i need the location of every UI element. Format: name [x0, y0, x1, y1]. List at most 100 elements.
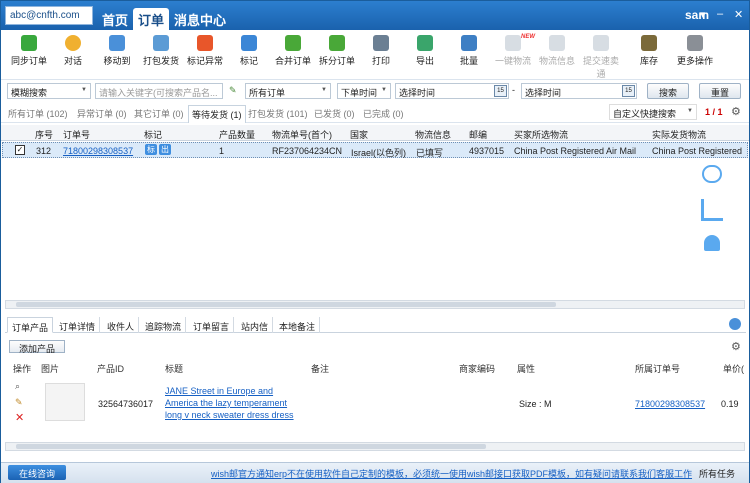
delete-icon[interactable]: ✕: [15, 411, 24, 424]
search-mode-select[interactable]: 模糊搜索: [7, 83, 91, 99]
close-icon[interactable]: ✕: [734, 8, 743, 21]
tab-shipped[interactable]: 已发货 (0): [314, 107, 355, 120]
bar-chart-icon[interactable]: [701, 199, 723, 221]
chevron-down-icon[interactable]: ▾: [700, 8, 706, 21]
tab-tracking[interactable]: 追踪物流: [141, 317, 187, 333]
tab-recipient[interactable]: 收件人: [103, 317, 140, 333]
account-selector[interactable]: abc@cnfth.com: [5, 6, 93, 25]
col-zip[interactable]: 邮编: [469, 128, 487, 141]
cell-qty: 1: [219, 146, 225, 156]
sync-orders-button[interactable]: 同步订单: [8, 35, 50, 67]
minimize-icon[interactable]: –: [717, 8, 723, 20]
col-mark[interactable]: 标记: [144, 128, 162, 141]
red-flag-icon: [197, 35, 213, 51]
tab-order-messages[interactable]: 订单留言: [189, 317, 235, 333]
tab-order-products[interactable]: 订单产品: [7, 317, 54, 333]
tab-awaiting-shipment[interactable]: 等待发货 (1): [188, 105, 246, 123]
merge-orders-button[interactable]: 合并订单: [272, 35, 314, 67]
filter-tabs: 所有订单 (102) 异常订单 (0) 其它订单 (0) 等待发货 (1) 打包…: [1, 103, 749, 123]
bell-icon[interactable]: [704, 235, 720, 251]
table-row[interactable]: ✓ 312 71800298308537 标出 1 RF237064234CN …: [2, 142, 748, 158]
batch-icon: [461, 35, 477, 51]
search-button[interactable]: 搜索: [647, 83, 689, 99]
export-icon: [417, 35, 433, 51]
search-icon[interactable]: ⌕: [15, 381, 20, 392]
order-link[interactable]: 71800298308537: [63, 146, 133, 156]
order-scope-select[interactable]: 所有订单: [245, 83, 331, 99]
tab-exception-orders[interactable]: 异常订单 (0): [77, 107, 127, 120]
submit-aliexpress-button[interactable]: 提交速卖通: [580, 35, 622, 80]
col-buyer-logistics[interactable]: 买家所选物流: [514, 128, 568, 141]
search-bar: 模糊搜索 请输入关键字(可搜索产品名... ✎ 所有订单 下单时间 选择时间15…: [1, 82, 749, 101]
tab-packed[interactable]: 打包发货 (101): [248, 107, 308, 120]
order-grid-header: 序号 订单号 标记 产品数量 物流单号(首个) 国家 物流信息 邮编 买家所选物…: [1, 125, 749, 141]
tab-all-orders[interactable]: 所有订单 (102): [8, 107, 68, 120]
tab-messages[interactable]: 消息中心: [169, 8, 231, 30]
grid-scrollbar[interactable]: [5, 300, 745, 309]
tab-orders[interactable]: 订单: [133, 8, 170, 30]
inventory-button[interactable]: 库存: [628, 35, 670, 67]
calendar-icon[interactable]: 15: [494, 85, 507, 97]
product-title-line1[interactable]: JANE Street in Europe and: [165, 386, 273, 396]
row-checkbox[interactable]: ✓: [15, 145, 25, 155]
product-title-line3[interactable]: long v neck sweater dress dress: [165, 410, 294, 420]
end-date-input[interactable]: 选择时间 15: [521, 83, 637, 99]
tab-order-details[interactable]: 订单详情: [55, 317, 101, 333]
col-country[interactable]: 国家: [350, 128, 368, 141]
product-order-link[interactable]: 71800298308537: [635, 399, 705, 409]
scroll-thumb[interactable]: [16, 444, 486, 449]
tab-completed[interactable]: 已完成 (0): [363, 107, 404, 120]
split-order-button[interactable]: 拆分订单: [316, 35, 358, 67]
cell-tags: 标出: [145, 144, 173, 155]
online-consult-button[interactable]: 在线咨询: [8, 465, 66, 480]
pencil-icon[interactable]: ✎: [229, 85, 237, 96]
tab-home[interactable]: 首页: [97, 8, 133, 30]
mark-exception-button[interactable]: 标记异常: [184, 35, 226, 67]
product-header: 操作 图片 产品ID 标题 备注 商家编码 属性 所属订单号 单价(: [5, 362, 746, 374]
pack-ship-button[interactable]: 打包发货: [140, 35, 182, 67]
product-title-line2[interactable]: America the lazy temperament: [165, 398, 287, 408]
logistics-icon: [505, 35, 521, 51]
col-order-no[interactable]: 订单号: [63, 128, 90, 141]
edit-icon[interactable]: ✎: [15, 397, 23, 408]
time-type-select[interactable]: 下单时间: [337, 83, 391, 99]
logistics-info-button[interactable]: 物流信息: [536, 35, 578, 67]
move-to-button[interactable]: 移动到: [96, 35, 138, 67]
all-tasks-button[interactable]: 所有任务: [699, 467, 735, 480]
print-button[interactable]: 打印: [360, 35, 402, 67]
tab-other-orders[interactable]: 其它订单 (0): [134, 107, 184, 120]
dialog-button[interactable]: 对话: [52, 35, 94, 67]
mark-button[interactable]: 标记: [228, 35, 270, 67]
batch-button[interactable]: 批量: [448, 35, 490, 67]
product-image: [45, 383, 85, 421]
product-scrollbar[interactable]: [5, 442, 745, 451]
tag-badge: 出: [159, 144, 171, 155]
settings-icon[interactable]: ⚙: [731, 105, 741, 118]
col-attribute: 属性: [517, 364, 536, 374]
add-product-button[interactable]: 添加产品: [9, 340, 65, 354]
quick-search-select[interactable]: 自定义快捷搜索: [609, 104, 697, 120]
start-date-input[interactable]: 选择时间 15: [395, 83, 509, 99]
col-qty[interactable]: 产品数量: [219, 128, 255, 141]
column-settings-icon[interactable]: ⚙: [731, 340, 741, 353]
refresh-icon[interactable]: [729, 318, 741, 330]
col-action: 操作: [13, 364, 32, 374]
col-tracking[interactable]: 物流单号(首个): [272, 128, 332, 141]
col-seq[interactable]: 序号: [35, 128, 53, 141]
alarm-clock-icon[interactable]: [702, 165, 722, 183]
col-logistics-info[interactable]: 物流信息: [415, 128, 451, 141]
tab-local-notes[interactable]: 本地备注: [275, 317, 321, 333]
reset-button[interactable]: 重置: [699, 83, 741, 99]
tab-site-mail[interactable]: 站内信: [237, 317, 274, 333]
side-icons: [699, 165, 725, 251]
col-actual-logistics[interactable]: 实际发货物流: [652, 128, 706, 141]
notice-link[interactable]: wish邮官方通知erp不在使用软件自己定制的模板，必须统一使用wish邮接口获…: [211, 467, 692, 480]
calendar-icon[interactable]: 15: [622, 85, 635, 97]
more-actions-button[interactable]: 更多操作: [674, 35, 716, 67]
scroll-thumb[interactable]: [16, 302, 556, 307]
product-price: 0.19: [721, 399, 739, 409]
export-button[interactable]: 导出: [404, 35, 446, 67]
pager: 1 / 1: [705, 107, 723, 117]
keyword-input[interactable]: 请输入关键字(可搜索产品名...: [95, 83, 223, 99]
printer-icon: [373, 35, 389, 51]
